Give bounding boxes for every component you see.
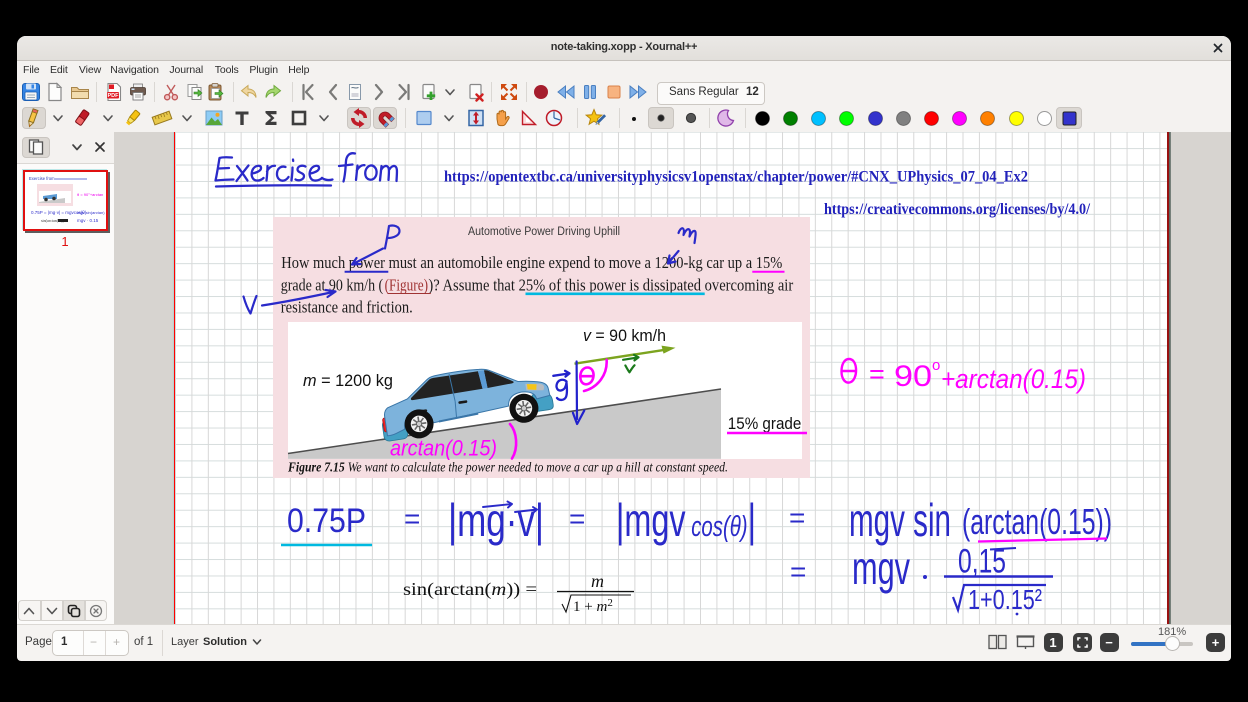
svg-text:Figure 7.15 We want to calcula: Figure 7.15 We want to calculate the pow… [287, 460, 728, 475]
svg-text:Exercise from: Exercise from [29, 176, 55, 181]
svg-text:https://creativecommons.org/li: https://creativecommons.org/licenses/by/… [824, 201, 1090, 218]
svg-text:o: o [932, 357, 940, 374]
svg-text:(arctan(0.15)): (arctan(0.15)) [962, 501, 1112, 542]
svg-text:90: 90 [894, 360, 932, 393]
svg-text:arctan(0.15): arctan(0.15) [390, 436, 497, 461]
svg-text:=: = [569, 503, 585, 534]
svg-text:resistance and friction.: resistance and friction. [281, 298, 413, 317]
svg-text:θ = 90°+arctan: θ = 90°+arctan [77, 192, 103, 197]
svg-text:Automotive Power Driving Uphil: Automotive Power Driving Uphill [468, 226, 620, 238]
svg-text:mgv · 0.15: mgv · 0.15 [77, 218, 99, 223]
svg-text:m = 1200 kg: m = 1200 kg [303, 371, 393, 390]
svg-text:|mgv cos(θ)|: |mgv cos(θ)| [616, 494, 756, 546]
svg-text:=: = [790, 556, 806, 587]
svg-text:|mg·v|: |mg·v| [448, 494, 544, 546]
svg-text:)? Assume that 25% of this pow: )? Assume that 25% of this power is diss… [428, 276, 793, 295]
svg-text:m: m [591, 571, 604, 591]
svg-text:1+0.15²: 1+0.15² [968, 584, 1042, 615]
svg-text:=: = [404, 503, 420, 534]
svg-text:mgv sin: mgv sin [849, 494, 951, 546]
svg-text:PDF: PDF [107, 93, 119, 99]
svg-text:=: = [789, 502, 805, 533]
svg-text:v = 90 km/h: v = 90 km/h [583, 326, 666, 345]
svg-text:mgv sin(arctan): mgv sin(arctan) [77, 210, 105, 215]
svg-text:15% grade: 15% grade [728, 415, 802, 433]
svg-text:0.75P: 0.75P [287, 502, 366, 540]
svg-text:+arctan(0.15): +arctan(0.15) [941, 364, 1086, 394]
svg-text:sin(arctan(m)) =: sin(arctan(m)) = [403, 579, 537, 600]
svg-text:mgv: mgv [852, 542, 910, 594]
svg-text:(Figure): (Figure) [385, 276, 428, 295]
svg-text:https://opentextbc.ca/universi: https://opentextbc.ca/universityphysicsv… [444, 169, 1028, 186]
svg-text:=: = [869, 359, 885, 389]
svg-text:1 + m2: 1 + m2 [573, 597, 613, 615]
